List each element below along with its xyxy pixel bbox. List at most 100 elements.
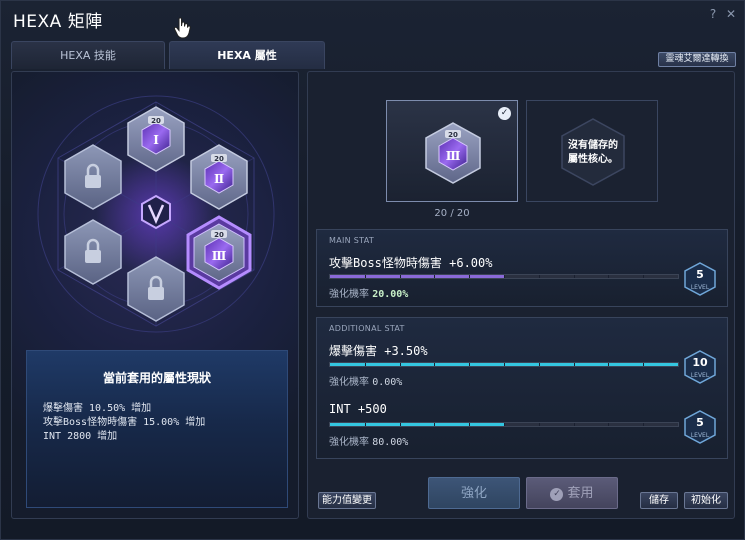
titlebar[interactable]: HEXA 矩陣 ? ✕ xyxy=(1,1,745,37)
close-button[interactable]: ✕ xyxy=(724,7,738,21)
progress-segment xyxy=(573,363,575,366)
additional-stat-2-name: INT +500 xyxy=(329,402,387,416)
progress-segment xyxy=(399,363,401,366)
count-separator: / xyxy=(450,208,454,219)
progress-segment xyxy=(643,423,645,426)
main-stat-rate: 強化機率 20.00% xyxy=(329,285,408,300)
progress-segment xyxy=(573,423,575,426)
rate-label: 強化機率 xyxy=(329,377,369,388)
main-stat-box[interactable]: MAIN STAT 攻擊Boss怪物時傷害 +6.00% 強化機率 20.00%… xyxy=(316,229,728,307)
empty-core-text-1: 沒有儲存的 xyxy=(568,140,618,151)
check-circle-icon: ✓ xyxy=(550,488,564,501)
progress-segment xyxy=(538,275,540,278)
additional-stat-1-rate: 強化機率 0.00% xyxy=(329,373,402,388)
selected-core-card[interactable]: ✓ 20 Ⅲ xyxy=(386,100,518,202)
empty-core-card[interactable]: 沒有儲存的 屬性核心。 xyxy=(526,100,658,202)
additional-stat-box: ADDITIONAL STAT 爆擊傷害 +3.50% 強化機率 0.00% 1… xyxy=(316,317,728,459)
reinforce-button[interactable]: 強化 xyxy=(428,477,520,509)
status-title: 當前套用的屬性現狀 xyxy=(102,371,211,385)
main-stat-name: 攻擊Boss怪物時傷害 +6.00% xyxy=(329,256,493,270)
progress-segment xyxy=(469,363,471,366)
additional-stat-1-name: 爆擊傷害 +3.50% xyxy=(329,344,428,358)
main-stat-bar xyxy=(329,274,679,279)
main-stat-level-badge: 5 LEVEL xyxy=(683,262,717,296)
v-emblem-icon xyxy=(141,194,171,230)
window-title: HEXA 矩陣 xyxy=(13,12,103,32)
status-line-3: INT 2800 增加 xyxy=(43,431,118,442)
progress-segment xyxy=(504,363,505,366)
progress-segment xyxy=(364,423,366,426)
sol-erda-convert-button[interactable]: 靈魂艾爾達轉換 xyxy=(658,52,736,67)
rate-value: 0.00% xyxy=(372,377,403,388)
progress-segment xyxy=(469,423,471,426)
progress-segment xyxy=(538,423,540,426)
core-numeral: Ⅲ xyxy=(446,149,461,163)
level-number: 10 xyxy=(692,356,708,369)
apply-button[interactable]: ✓ 套用 xyxy=(526,477,618,509)
progress-segment xyxy=(434,423,436,426)
progress-fill xyxy=(330,275,504,278)
progress-segment xyxy=(364,363,366,366)
hex-slot-3-numeral: Ⅲ xyxy=(212,249,227,263)
core-level: 20 xyxy=(448,131,458,139)
check-icon: ✓ xyxy=(498,107,511,120)
applied-stat-status-box: 當前套用的屬性現狀 爆擊傷害 10.50% 增加 攻擊Boss怪物時傷害 15.… xyxy=(26,350,288,508)
additional-stat-2-bar xyxy=(329,422,679,427)
status-line-2: 攻擊Boss怪物時傷害 15.00% 增加 xyxy=(43,417,206,428)
progress-segment xyxy=(399,423,401,426)
count-current: 20 xyxy=(434,208,448,219)
level-label: LEVEL xyxy=(690,284,710,291)
reset-button[interactable]: 初始化 xyxy=(684,492,728,509)
progress-segment xyxy=(643,275,645,278)
hex-slot-3-level: 20 xyxy=(214,231,224,239)
hand-cursor-icon xyxy=(173,17,191,39)
hexa-node-map: 20 Ⅰ 20 Ⅱ 20 Ⅲ xyxy=(37,95,275,333)
hex-slot-1-numeral: Ⅰ xyxy=(153,133,159,147)
stat-detail-panel: ✓ 20 Ⅲ 20 / 20 沒有儲存的 屬性核心。 MAIN STAT 攻擊B… xyxy=(307,71,735,519)
main-stat-label: MAIN STAT xyxy=(329,236,375,245)
progress-segment xyxy=(608,275,610,278)
level-label: LEVEL xyxy=(690,432,710,439)
save-button[interactable]: 儲存 xyxy=(640,492,678,509)
progress-segment xyxy=(573,275,575,278)
additional-stat-2-rate: 強化機率 80.00% xyxy=(329,433,408,448)
progress-fill xyxy=(330,423,504,426)
progress-segment xyxy=(538,363,540,366)
progress-segment xyxy=(643,363,645,366)
progress-segment xyxy=(504,423,505,426)
rate-value: 20.00% xyxy=(372,289,409,300)
progress-segment xyxy=(434,275,436,278)
count-max: 20 xyxy=(456,208,470,219)
empty-core-text-2: 屬性核心。 xyxy=(568,154,618,165)
level-label: LEVEL xyxy=(690,372,710,379)
tab-hexa-skill[interactable]: HEXA 技能 xyxy=(11,41,165,69)
progress-segment xyxy=(504,275,505,278)
rate-label: 強化機率 xyxy=(329,289,369,300)
progress-segment xyxy=(399,275,401,278)
status-line-1: 爆擊傷害 10.50% 增加 xyxy=(43,403,152,414)
stat-change-button[interactable]: 能力值變更 xyxy=(318,492,376,509)
hex-slot-2-numeral: Ⅱ xyxy=(214,172,224,186)
progress-segment xyxy=(608,363,610,366)
level-number: 5 xyxy=(696,268,704,281)
hexa-core-icon: 20 Ⅲ xyxy=(425,122,481,184)
additional-stat-label: ADDITIONAL STAT xyxy=(329,324,405,333)
additional-stat-1-level-badge: 10 LEVEL xyxy=(683,350,717,384)
rate-value: 80.00% xyxy=(372,437,409,448)
progress-segment xyxy=(434,363,436,366)
progress-segment xyxy=(608,423,610,426)
apply-label: 套用 xyxy=(567,486,594,501)
hex-slot-1-level: 20 xyxy=(151,117,161,125)
hexa-map-panel: 20 Ⅰ 20 Ⅱ 20 Ⅲ 當前套用的屬性現狀 爆擊傷害 10.50% 增加 … xyxy=(11,71,299,519)
progress-segment xyxy=(469,275,471,278)
tab-hexa-stat[interactable]: HEXA 屬性 xyxy=(169,41,325,69)
hex-slot-2-level: 20 xyxy=(214,155,224,163)
additional-stat-2-level-badge: 5 LEVEL xyxy=(683,410,717,444)
additional-stat-1-bar xyxy=(329,362,679,367)
progress-segment xyxy=(364,275,366,278)
core-count: 20 / 20 xyxy=(386,208,518,219)
rate-label: 強化機率 xyxy=(329,437,369,448)
hexa-matrix-window: HEXA 矩陣 ? ✕ HEXA 技能 HEXA 屬性 靈魂艾爾達轉換 20 Ⅰ… xyxy=(0,0,745,540)
level-number: 5 xyxy=(696,416,704,429)
help-button[interactable]: ? xyxy=(706,7,720,21)
